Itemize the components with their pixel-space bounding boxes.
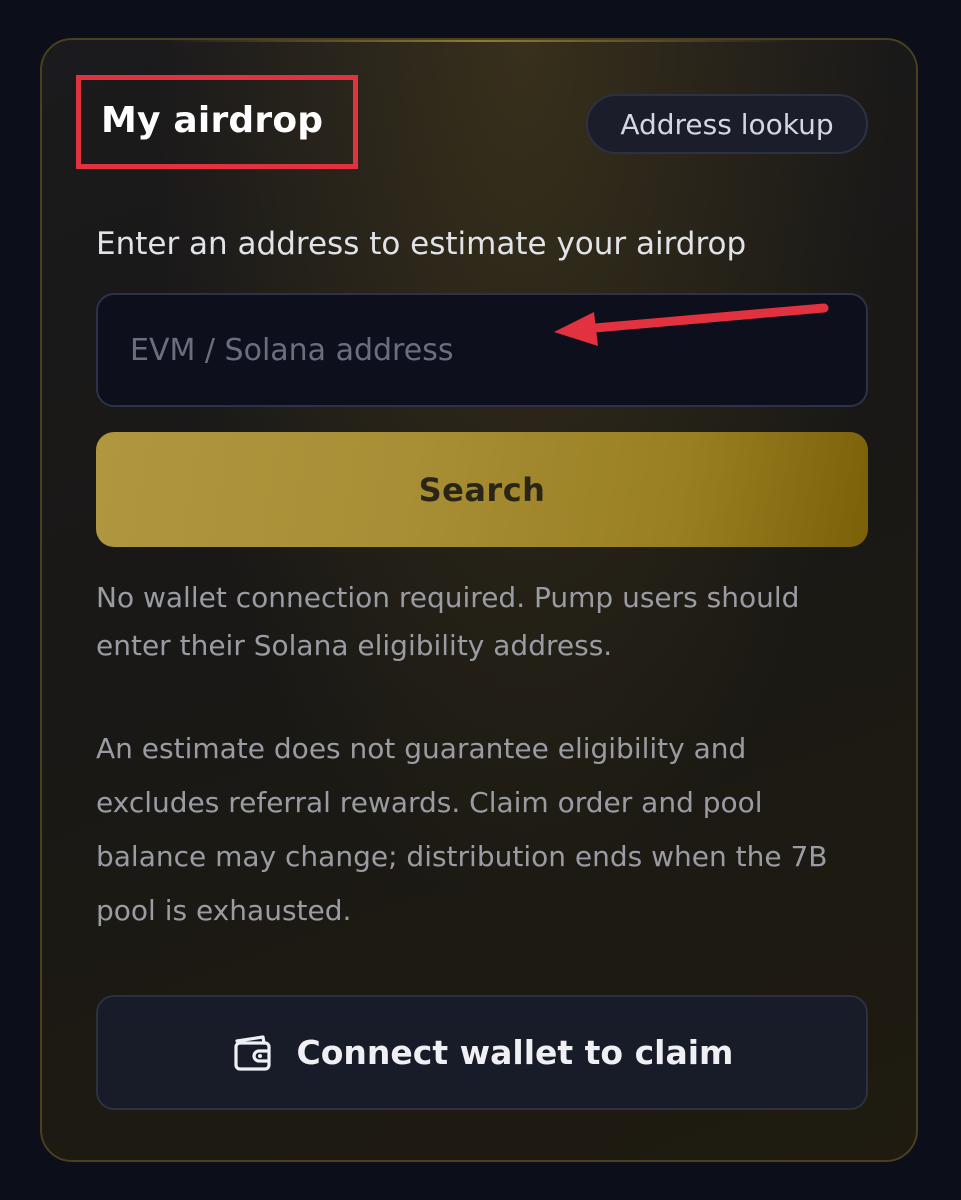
address-lookup-button[interactable]: Address lookup — [586, 94, 868, 154]
connect-wallet-label: Connect wallet to claim — [296, 1033, 734, 1072]
page-title: My airdrop — [101, 100, 324, 141]
connect-wallet-button[interactable]: Connect wallet to claim — [96, 995, 868, 1110]
airdrop-card: My airdrop Address lookup Enter an addre… — [40, 38, 918, 1162]
estimate-disclaimer: An estimate does not guarantee eligibili… — [96, 732, 828, 927]
wallet-note: No wallet connection required. Pump user… — [96, 581, 800, 662]
search-button[interactable]: Search — [96, 432, 868, 547]
title-highlight-box: My airdrop — [76, 75, 358, 169]
wallet-icon — [231, 1031, 275, 1075]
address-input[interactable] — [96, 293, 868, 407]
address-prompt: Enter an address to estimate your airdro… — [96, 226, 747, 262]
